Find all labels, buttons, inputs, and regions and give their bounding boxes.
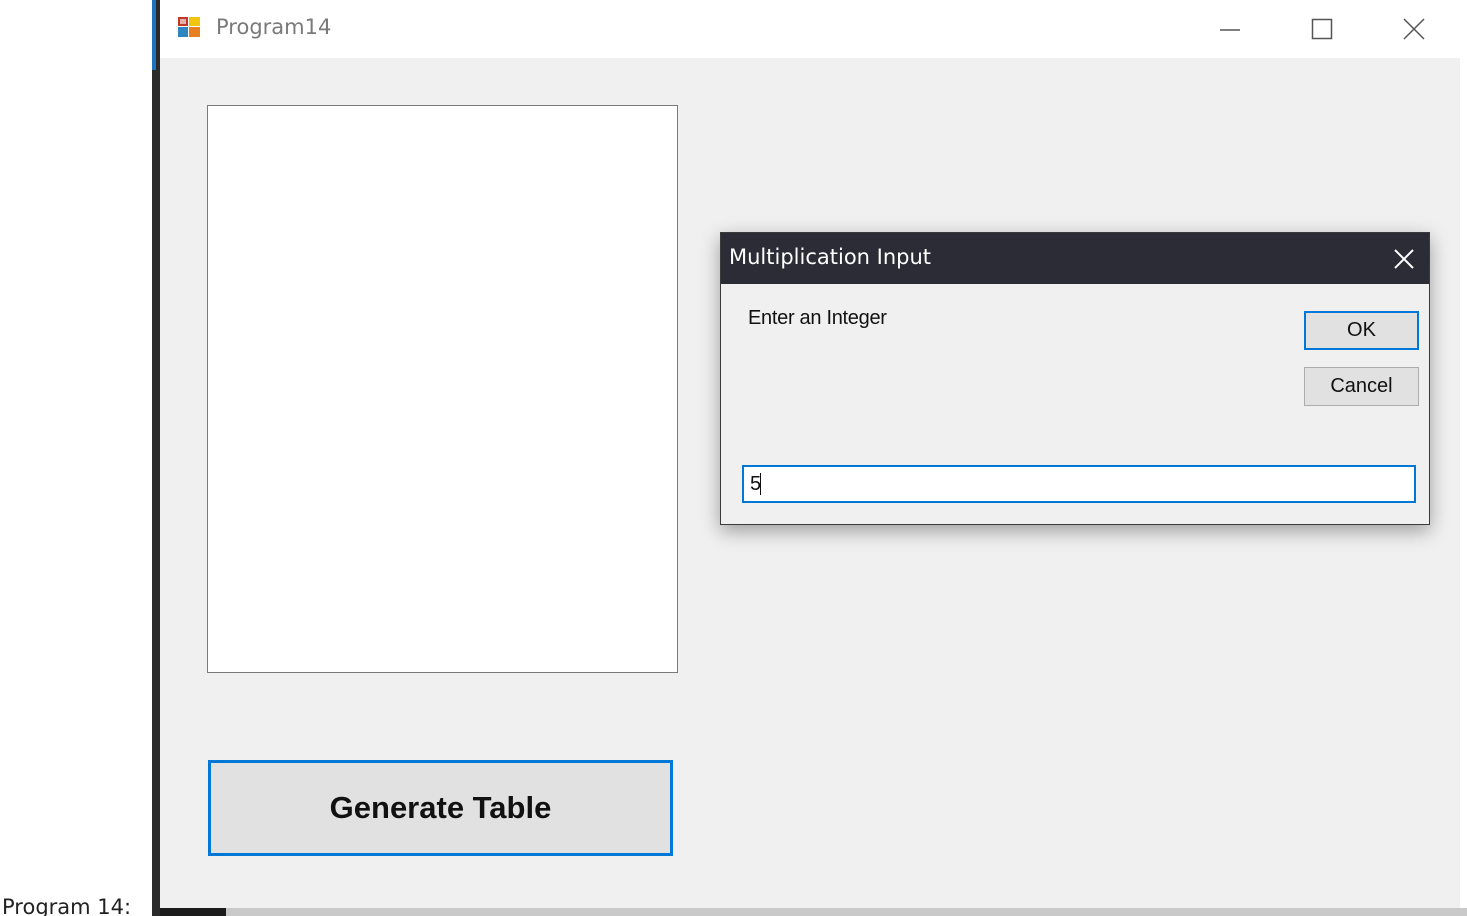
generate-table-button[interactable]: Generate Table [208,760,673,856]
maximize-icon [1311,18,1333,40]
taskbar-strip-dark [160,908,226,916]
ok-button[interactable]: OK [1304,311,1419,350]
maximize-button[interactable] [1277,0,1367,58]
prompt-label: Enter an Integer [748,307,887,329]
multiplication-input-dialog: Multiplication Input Enter an Integer OK… [720,232,1430,525]
minimize-icon [1220,29,1240,31]
figure-caption: Program 14: [2,895,132,916]
window-outer-border [152,0,160,916]
output-listbox[interactable] [207,105,678,673]
close-icon [1403,18,1425,40]
window-titlebar[interactable]: Program14 [160,0,1460,58]
dialog-titlebar[interactable]: Multiplication Input [721,233,1429,284]
text-caret [760,473,761,495]
integer-input[interactable] [742,465,1416,503]
close-button[interactable] [1369,0,1459,58]
screenshot-page: Program 14: Program14 Generate Table Mul… [0,0,1467,916]
window-title: Program14 [216,15,332,39]
cancel-button[interactable]: Cancel [1304,367,1419,406]
dialog-close-button[interactable] [1377,233,1429,284]
taskbar-strip [160,908,1467,916]
close-icon [1394,249,1414,269]
dialog-title: Multiplication Input [729,245,932,269]
app-icon [178,17,200,37]
window-border-accent [152,0,156,70]
minimize-button[interactable] [1185,0,1275,58]
